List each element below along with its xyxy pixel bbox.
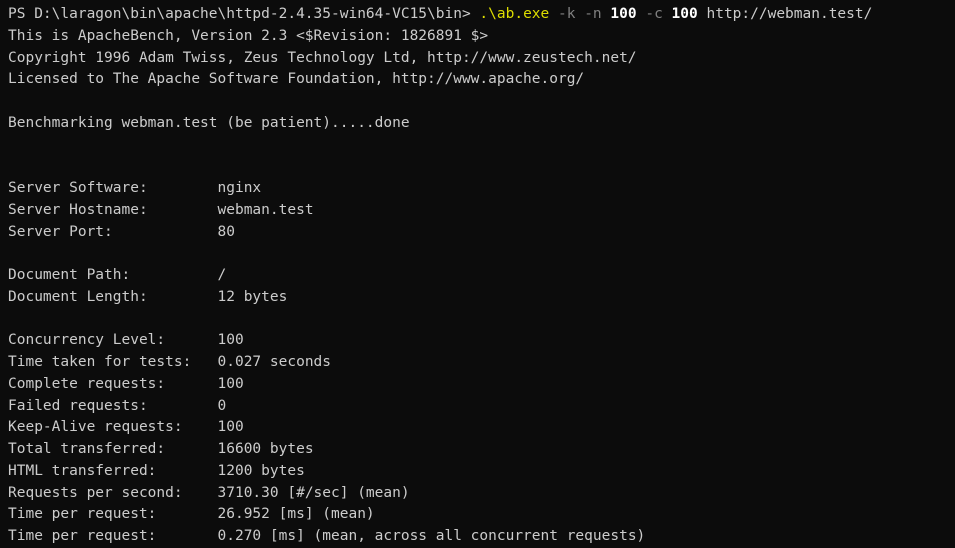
result-label: Complete requests: <box>8 375 218 392</box>
result-value: 16600 bytes <box>217 441 314 457</box>
result-label: Failed requests: <box>8 397 218 414</box>
result-value: 26.952 [ms] (mean) <box>217 506 375 523</box>
result-value: 0.027 seconds <box>217 354 332 370</box>
command-name: .\ab.exe <box>479 6 550 22</box>
result-value: nginx <box>217 180 262 196</box>
result-value: 0.270 [ms] (mean, across all concurrent … <box>217 528 646 544</box>
result-label: Total transferred: <box>8 441 218 457</box>
target-url: http://webman.test/ <box>706 6 873 22</box>
result-value: webman.test <box>217 201 314 218</box>
result-label: Time taken for tests: <box>8 354 218 370</box>
result-label: Server Hostname: <box>8 201 218 218</box>
shell-prompt: PS D:\laragon\bin\apache\httpd-2.4.35-wi… <box>8 6 471 22</box>
result-label: Server Software: <box>8 180 218 196</box>
result-row: Failed requests: 0 <box>8 396 955 418</box>
result-row: Requests per second: 3710.30 [#/sec] (me… <box>8 483 955 505</box>
result-value: 80 <box>217 223 235 240</box>
result-row: Server Software: nginx <box>8 178 955 200</box>
terminal-window[interactable]: PS D:\laragon\bin\apache\httpd-2.4.35-wi… <box>0 0 955 548</box>
license-line: Licensed to The Apache Software Foundati… <box>8 71 585 88</box>
result-value: 100 <box>217 419 244 436</box>
result-value: 100 <box>217 332 244 349</box>
result-value: 1200 bytes <box>217 462 305 479</box>
result-row: Total transferred: 16600 bytes <box>8 439 955 461</box>
value-requests: 100 <box>610 6 637 22</box>
value-concurrency: 100 <box>671 6 698 22</box>
result-row: Complete requests: 100 <box>8 374 955 396</box>
version-line: This is ApacheBench, Version 2.3 <$Revis… <box>8 27 489 44</box>
result-label: Document Length: <box>8 288 218 305</box>
result-value: 100 <box>217 375 244 392</box>
result-value: 0 <box>217 397 227 414</box>
flag-keepalive: -k <box>558 6 576 22</box>
result-row: Keep-Alive requests: 100 <box>8 417 955 439</box>
result-label: Keep-Alive requests: <box>8 419 218 436</box>
result-value: / <box>217 267 227 283</box>
result-row: Server Port: 80 <box>8 222 955 244</box>
result-row: Document Path: / <box>8 265 955 287</box>
flag-requests: -n <box>584 6 602 22</box>
flag-concurrency: -c <box>645 6 663 22</box>
result-row: Time per request: 0.270 [ms] (mean, acro… <box>8 526 955 548</box>
server-info-section: Server Software: nginx Server Hostname: … <box>8 178 955 243</box>
result-row: Server Hostname: webman.test <box>8 200 955 222</box>
benchmarking-line: Benchmarking webman.test (be patient)...… <box>8 114 410 131</box>
result-value: 12 bytes <box>217 288 288 305</box>
document-info-section: Document Path: / Document Length: 12 byt… <box>8 265 955 309</box>
result-label: Requests per second: <box>8 484 218 501</box>
result-label: Server Port: <box>8 223 218 240</box>
result-label: Time per request: <box>8 528 218 544</box>
result-row: Document Length: 12 bytes <box>8 287 955 309</box>
result-label: Time per request: <box>8 506 218 523</box>
result-label: Concurrency Level: <box>8 332 218 349</box>
copyright-line: Copyright 1996 Adam Twiss, Zeus Technolo… <box>8 49 637 66</box>
command-line: PS D:\laragon\bin\apache\httpd-2.4.35-wi… <box>8 4 955 26</box>
result-label: HTML transferred: <box>8 462 218 479</box>
result-value: 3710.30 [#/sec] (mean) <box>217 484 410 501</box>
result-row: Concurrency Level: 100 <box>8 330 955 352</box>
result-row: Time taken for tests: 0.027 seconds <box>8 352 955 374</box>
result-label: Document Path: <box>8 267 218 283</box>
result-row: Time per request: 26.952 [ms] (mean) <box>8 504 955 526</box>
benchmark-stats-section: Concurrency Level: 100 Time taken for te… <box>8 330 955 548</box>
result-row: HTML transferred: 1200 bytes <box>8 461 955 483</box>
